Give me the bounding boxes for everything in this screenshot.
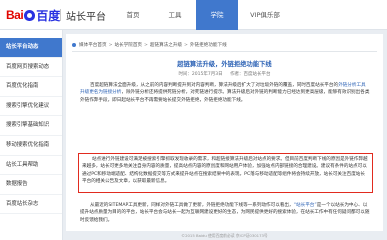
footer: ©2015 Baidu 使用百度前必读 京ICP证030173号 (66, 231, 383, 240)
article-author: 作者：百度站长平台 (230, 72, 271, 77)
paw-icon (24, 9, 36, 21)
nav-home[interactable]: 首页 (112, 0, 154, 30)
sidebar-item-platform-news[interactable]: 站长平台动态 (0, 38, 62, 58)
breadcrumb-current: 外链拒绝功能下线 (189, 43, 227, 48)
sidebar-item-search-news[interactable]: 百度网页搜索动态 (0, 58, 62, 78)
sidebar-item-optimization-guide[interactable]: 百度优化指南 (0, 77, 62, 97)
breadcrumb-item[interactable]: 站长学院首页 (114, 42, 142, 48)
location-icon (72, 43, 76, 47)
breadcrumb: 媒体平台首页 > 站长学院首页 > 超链算法之升级 > 外链拒绝功能下线 (72, 42, 227, 48)
webmaster-platform-link[interactable]: “站长平台” (294, 203, 317, 208)
nav-vip-club[interactable]: VIP俱乐部 (238, 0, 292, 30)
sidebar-item-seo-advice[interactable]: 搜索引擎优化建议 (0, 97, 62, 117)
platform-title[interactable]: 站长平台 (66, 8, 106, 23)
sidebar: 站长平台动态 百度网页搜索动态 百度优化指南 搜索引擎优化建议 搜索引擎基础知识… (0, 30, 63, 240)
article-paragraph: 从最近的SITEMAP工具更新，同样对外链工具做了更新，外链拒绝功能下线等一系列… (80, 203, 370, 223)
top-header: Bai 百度 站长平台 首页 工具 学院 VIP俱乐部 (0, 0, 387, 30)
highlighted-paragraph: 站点进行外链建设可满足被搜索引擎抓取发现收录的需求，和超链接算法升级后对站点的要… (82, 157, 368, 185)
nav-academy[interactable]: 学院 (196, 0, 238, 30)
header-divider (60, 9, 61, 21)
divider (72, 51, 377, 52)
sidebar-item-seo-basics[interactable]: 搜索引擎基础知识 (0, 116, 62, 136)
article-panel: 媒体平台首页 > 站长学院首页 > 超链算法之升级 > 外链拒绝功能下线 超链算… (66, 34, 383, 240)
article-meta: 时间：2015年7月3日 作者：百度站长平台 (66, 71, 383, 77)
baidu-logo[interactable]: Bai 百度 (6, 7, 60, 23)
breadcrumb-item[interactable]: 媒体平台首页 (79, 42, 107, 48)
sidebar-item-data-report[interactable]: 数据报告 (0, 175, 62, 195)
sidebar-item-mobile-guide[interactable]: 移动搜索优化指南 (0, 136, 62, 156)
article-paragraph: 百度超链算法全面升级，从之前的内容判断提升到对内容判断，算法升级后扩大了对垃圾外… (80, 83, 370, 103)
main-nav: 首页 工具 学院 VIP俱乐部 (112, 0, 292, 30)
breadcrumb-item[interactable]: 超链算法之升级 (150, 42, 182, 48)
nav-tools[interactable]: 工具 (154, 0, 196, 30)
sidebar-item-tools-help[interactable]: 站长工具帮助 (0, 156, 62, 176)
sidebar-item-magazine[interactable]: 百度站长杂志 (0, 195, 62, 215)
article-date: 时间：2015年7月3日 (178, 72, 223, 77)
article-title: 超链算法升级，外链拒绝功能下线 (177, 61, 272, 68)
